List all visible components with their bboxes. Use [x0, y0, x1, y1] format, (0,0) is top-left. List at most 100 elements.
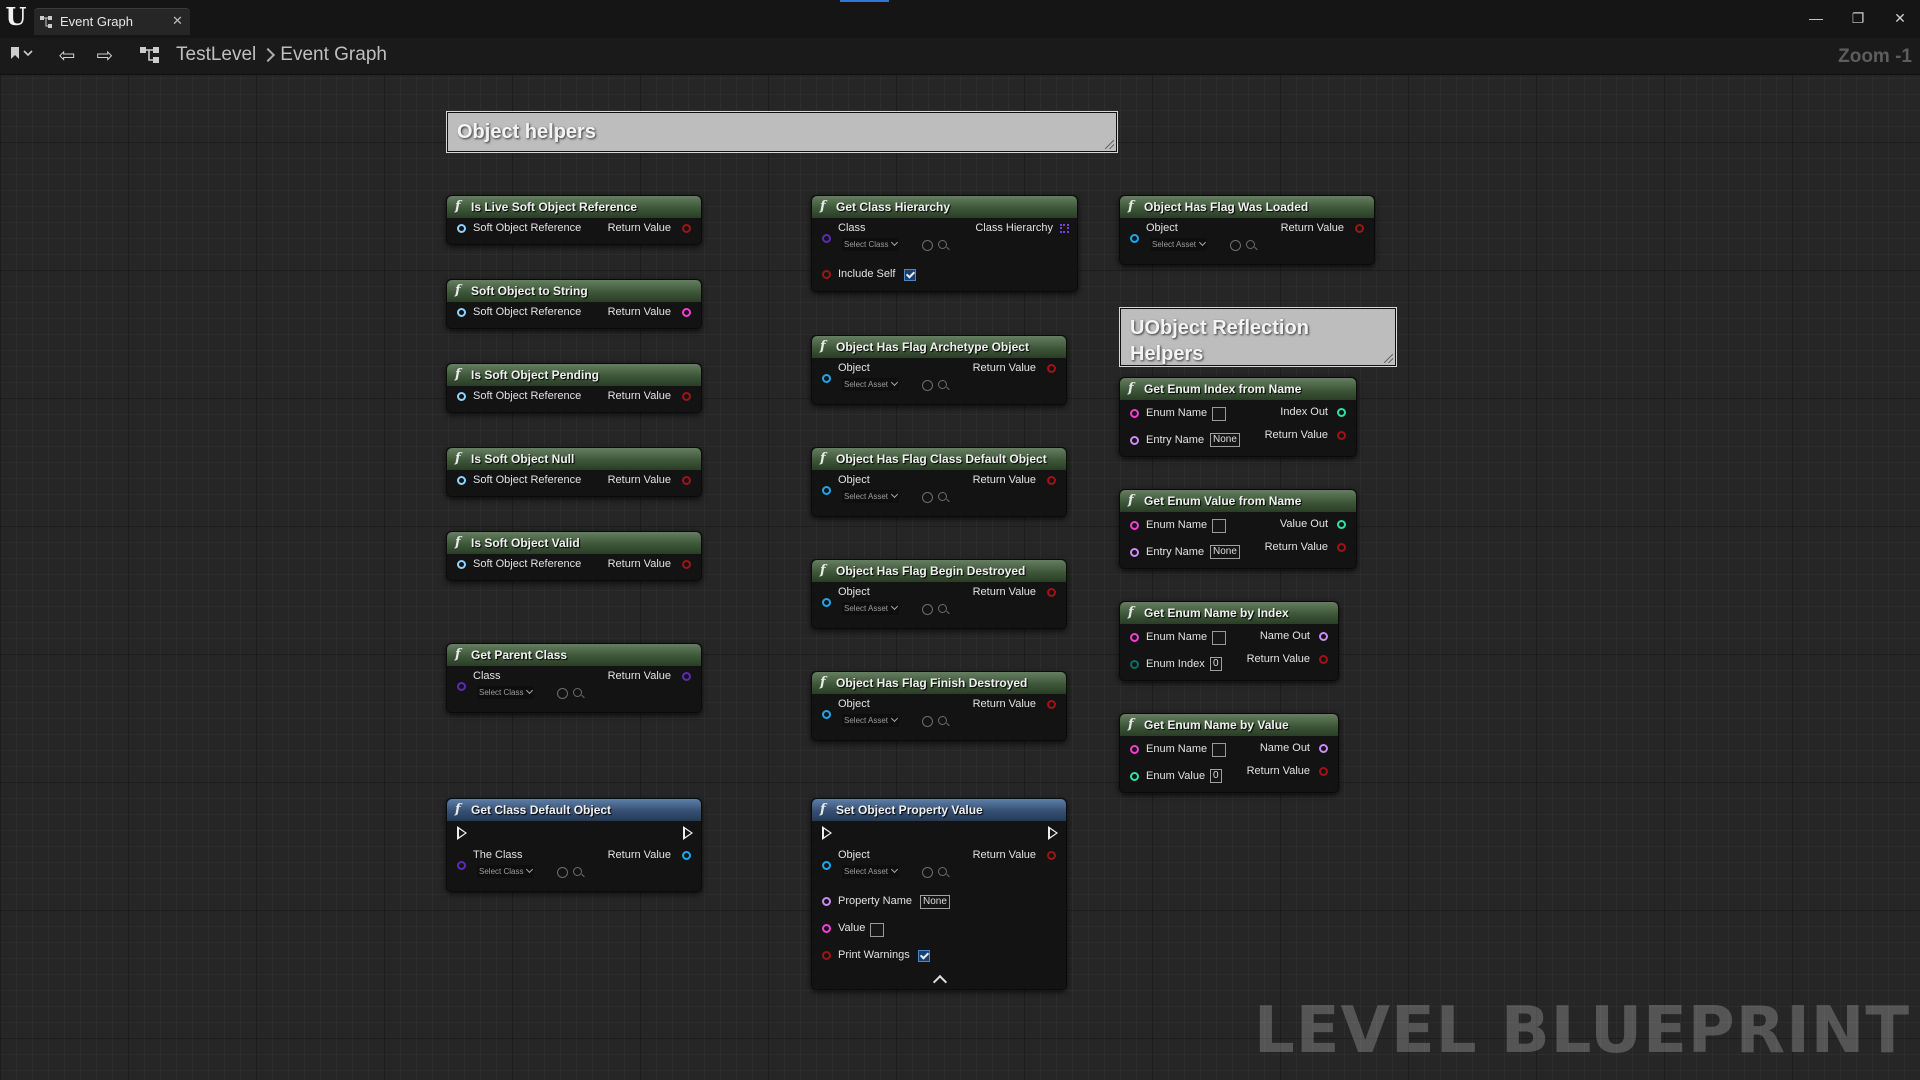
entry-name-field[interactable]: None	[1210, 545, 1240, 559]
input-pin[interactable]	[457, 392, 466, 401]
value-text-field[interactable]	[870, 923, 884, 937]
node-object-has-flag-archetype[interactable]: f Object Has Flag Archetype Object Object…	[811, 335, 1067, 405]
output-pin[interactable]	[1337, 408, 1346, 417]
output-pin[interactable]	[682, 672, 691, 681]
exec-output-pin[interactable]	[683, 826, 693, 840]
enum-name-field[interactable]	[1212, 519, 1226, 533]
class-select-combo[interactable]: Select Class	[477, 865, 535, 878]
output-pin[interactable]	[682, 308, 691, 317]
array-output-pin[interactable]	[1060, 224, 1069, 233]
node-get-enum-name-by-index[interactable]: f Get Enum Name by Index Enum Name Enum I…	[1119, 601, 1339, 681]
minimize-button[interactable]: —	[1803, 8, 1829, 28]
include-self-checkbox[interactable]	[904, 269, 916, 281]
enum-name-field[interactable]	[1212, 407, 1226, 421]
input-pin[interactable]	[822, 598, 831, 607]
output-pin[interactable]	[1319, 655, 1328, 664]
input-pin[interactable]	[822, 861, 831, 870]
close-button[interactable]: ✕	[1887, 8, 1913, 28]
resize-handle-icon[interactable]	[1105, 140, 1114, 149]
output-pin[interactable]	[1337, 543, 1346, 552]
use-selected-icon[interactable]	[922, 716, 933, 727]
input-pin[interactable]	[822, 951, 831, 960]
unreal-logo-icon[interactable]: U	[5, 4, 27, 30]
output-pin[interactable]	[1319, 632, 1328, 641]
input-pin[interactable]	[822, 374, 831, 383]
output-pin[interactable]	[1047, 588, 1056, 597]
input-pin[interactable]	[457, 224, 466, 233]
search-icon[interactable]	[1246, 240, 1255, 249]
node-object-has-flag-begin-destroyed[interactable]: f Object Has Flag Begin Destroyed Object …	[811, 559, 1067, 629]
output-pin[interactable]	[1337, 520, 1346, 529]
graph-hierarchy-button[interactable]	[138, 45, 162, 67]
input-pin[interactable]	[822, 924, 831, 933]
input-pin[interactable]	[822, 897, 831, 906]
input-pin[interactable]	[457, 861, 466, 870]
asset-select-combo[interactable]: Select Asset	[842, 490, 900, 503]
input-pin[interactable]	[1130, 633, 1139, 642]
use-selected-icon[interactable]	[1230, 240, 1241, 251]
back-button[interactable]: ⇦	[54, 45, 80, 67]
node-object-has-flag-finish-destroyed[interactable]: f Object Has Flag Finish Destroyed Object…	[811, 671, 1067, 741]
search-icon[interactable]	[938, 716, 947, 725]
input-pin[interactable]	[1130, 436, 1139, 445]
entry-name-field[interactable]: None	[1210, 433, 1240, 447]
forward-button[interactable]: ⇨	[92, 45, 118, 67]
input-pin[interactable]	[1130, 745, 1139, 754]
output-pin[interactable]	[682, 392, 691, 401]
search-icon[interactable]	[573, 867, 582, 876]
input-pin[interactable]	[1130, 409, 1139, 418]
input-pin[interactable]	[1130, 234, 1139, 243]
search-icon[interactable]	[938, 240, 947, 249]
output-pin[interactable]	[682, 224, 691, 233]
use-selected-icon[interactable]	[557, 867, 568, 878]
node-soft-object-to-string[interactable]: f Soft Object to String Soft Object Refer…	[446, 279, 702, 329]
input-pin[interactable]	[1130, 660, 1139, 669]
use-selected-icon[interactable]	[922, 380, 933, 391]
output-pin[interactable]	[682, 476, 691, 485]
output-pin[interactable]	[1319, 744, 1328, 753]
input-pin[interactable]	[1130, 521, 1139, 530]
use-selected-icon[interactable]	[922, 867, 933, 878]
tab-event-graph[interactable]: Event Graph ✕	[34, 8, 190, 35]
output-pin[interactable]	[682, 851, 691, 860]
output-pin[interactable]	[1355, 224, 1364, 233]
bookmark-dropdown-button[interactable]	[4, 45, 38, 67]
node-get-class-hierarchy[interactable]: f Get Class Hierarchy Class Select Class …	[811, 195, 1078, 292]
enum-index-field[interactable]: 0	[1210, 657, 1222, 671]
output-pin[interactable]	[1047, 364, 1056, 373]
node-get-enum-name-by-value[interactable]: f Get Enum Name by Value Enum Name Enum V…	[1119, 713, 1339, 793]
class-select-combo[interactable]: Select Class	[477, 686, 535, 699]
class-select-combo[interactable]: Select Class	[842, 238, 900, 251]
use-selected-icon[interactable]	[922, 604, 933, 615]
output-pin[interactable]	[1047, 700, 1056, 709]
print-warnings-checkbox[interactable]	[918, 950, 930, 962]
use-selected-icon[interactable]	[922, 240, 933, 251]
use-selected-icon[interactable]	[557, 688, 568, 699]
restore-button[interactable]: ❐	[1845, 8, 1871, 28]
exec-input-pin[interactable]	[457, 826, 467, 840]
search-icon[interactable]	[938, 604, 947, 613]
node-set-object-property-value[interactable]: f Set Object Property Value Object Select…	[811, 798, 1067, 990]
comment-reflection-helpers[interactable]: UObject Reflection Helpers	[1119, 307, 1397, 367]
output-pin[interactable]	[1319, 767, 1328, 776]
input-pin[interactable]	[457, 560, 466, 569]
enum-value-field[interactable]: 0	[1210, 769, 1222, 783]
output-pin[interactable]	[682, 560, 691, 569]
node-is-soft-object-null[interactable]: f Is Soft Object Null Soft Object Referen…	[446, 447, 702, 497]
input-pin[interactable]	[457, 308, 466, 317]
asset-select-combo[interactable]: Select Asset	[1150, 238, 1208, 251]
comment-object-helpers[interactable]: Object helpers	[446, 111, 1118, 153]
collapse-chevron-up-icon[interactable]	[932, 974, 948, 990]
exec-output-pin[interactable]	[1048, 826, 1058, 840]
input-pin[interactable]	[1130, 772, 1139, 781]
breadcrumb-item-testlevel[interactable]: TestLevel	[176, 44, 256, 65]
search-icon[interactable]	[938, 492, 947, 501]
enum-name-field[interactable]	[1212, 631, 1226, 645]
output-pin[interactable]	[1337, 431, 1346, 440]
node-get-enum-index-from-name[interactable]: f Get Enum Index from Name Enum Name Entr…	[1119, 377, 1357, 457]
asset-select-combo[interactable]: Select Asset	[842, 602, 900, 615]
node-get-enum-value-from-name[interactable]: f Get Enum Value from Name Enum Name Entr…	[1119, 489, 1357, 569]
node-object-has-flag-class-default[interactable]: f Object Has Flag Class Default Object Ob…	[811, 447, 1067, 517]
enum-name-field[interactable]	[1212, 743, 1226, 757]
breadcrumb-item-event-graph[interactable]: Event Graph	[280, 44, 387, 65]
